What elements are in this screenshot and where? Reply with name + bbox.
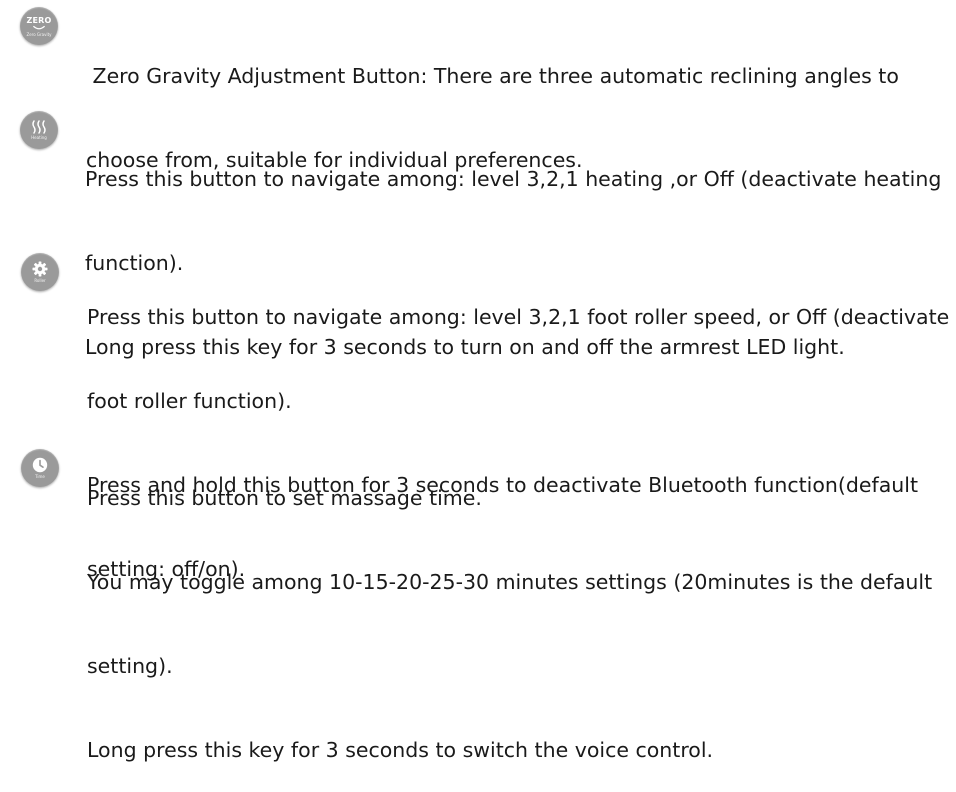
- description-line: setting).: [87, 654, 173, 678]
- description-line: Press this button to navigate among: lev…: [87, 305, 950, 329]
- roller-caption: Roller: [34, 278, 46, 283]
- description-line: You may toggle among 10-15-20-25-30 minu…: [87, 570, 933, 594]
- heating-button-icon: Heating: [20, 111, 58, 149]
- description-line: Long press this key for 3 seconds to swi…: [87, 738, 714, 762]
- description-line: Zero Gravity Adjustment Button: There ar…: [86, 64, 899, 88]
- description-line: Press this button to navigate among: lev…: [85, 167, 942, 191]
- description-line: Press this button to set massage time.: [87, 486, 482, 510]
- zero-gravity-caption: Zero Gravity: [26, 31, 52, 37]
- heating-caption: Heating: [31, 135, 47, 140]
- roller-button-icon: Roller: [21, 253, 59, 291]
- description-line: foot roller function).: [87, 389, 292, 413]
- time-button-icon: Time: [21, 449, 59, 487]
- roller-gear-icon: [32, 261, 48, 277]
- time-description: Press this button to set massage time. Y…: [87, 428, 932, 792]
- zero-label: ZERO: [26, 15, 52, 25]
- clock-icon: [32, 457, 48, 473]
- zero-gravity-button-icon: ZERO Zero Gravity: [20, 7, 58, 45]
- time-caption: Time: [35, 474, 45, 479]
- heating-icon: [32, 120, 46, 134]
- zero-gravity-icon: [33, 25, 45, 29]
